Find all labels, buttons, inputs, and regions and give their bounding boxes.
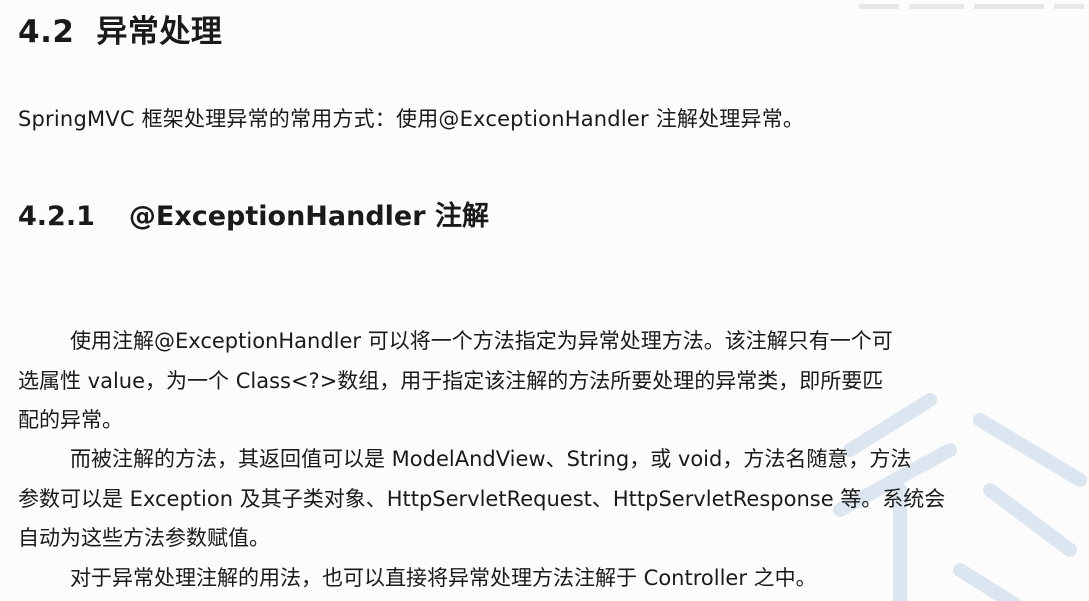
section-heading: 4.2 异常处理	[18, 6, 222, 51]
section-number: 4.2	[18, 14, 75, 50]
subsection-number: 4.2.1	[18, 201, 95, 232]
section-title: 异常处理	[96, 14, 223, 50]
paragraph-line: 参数可以是 Exception 及其子类对象、HttpServletReques…	[18, 486, 946, 511]
paragraph-line: 使用注解@ExceptionHandler 可以将一个方法指定为异常处理方法。该…	[70, 329, 893, 353]
intro-text: SpringMVC 框架处理异常的常用方式：使用@ExceptionHandle…	[18, 107, 805, 131]
paragraph-line: 自动为这些方法参数赋值。	[18, 526, 270, 550]
paragraph-3: 对于异常处理注解的用法，也可以直接将异常处理方法注解于 Controller 之…	[18, 559, 1070, 599]
document-page: 4.2 异常处理 SpringMVC 框架处理异常的常用方式：使用@Excepti…	[0, 0, 1089, 601]
paragraph-2: 而被注解的方法，其返回值可以是 ModelAndView、String，或 vo…	[18, 440, 1070, 559]
subsection-heading: 4.2.1 @ExceptionHandler 注解	[18, 194, 489, 233]
paragraph-line: 配的异常。	[18, 408, 123, 432]
faded-header-text	[859, 4, 1084, 9]
paragraph-line: 对于异常处理注解的用法，也可以直接将异常处理方法注解于 Controller 之…	[70, 566, 817, 590]
paragraph-line: 而被注解的方法，其返回值可以是 ModelAndView、String，或 vo…	[70, 447, 912, 471]
subsection-title: @ExceptionHandler 注解	[128, 201, 489, 232]
paragraph-line: 选属性 value，为一个 Class<?>数组，用于指定该注解的方法所要处理的…	[18, 368, 884, 393]
paragraph-1: 使用注解@ExceptionHandler 可以将一个方法指定为异常处理方法。该…	[18, 322, 1070, 441]
